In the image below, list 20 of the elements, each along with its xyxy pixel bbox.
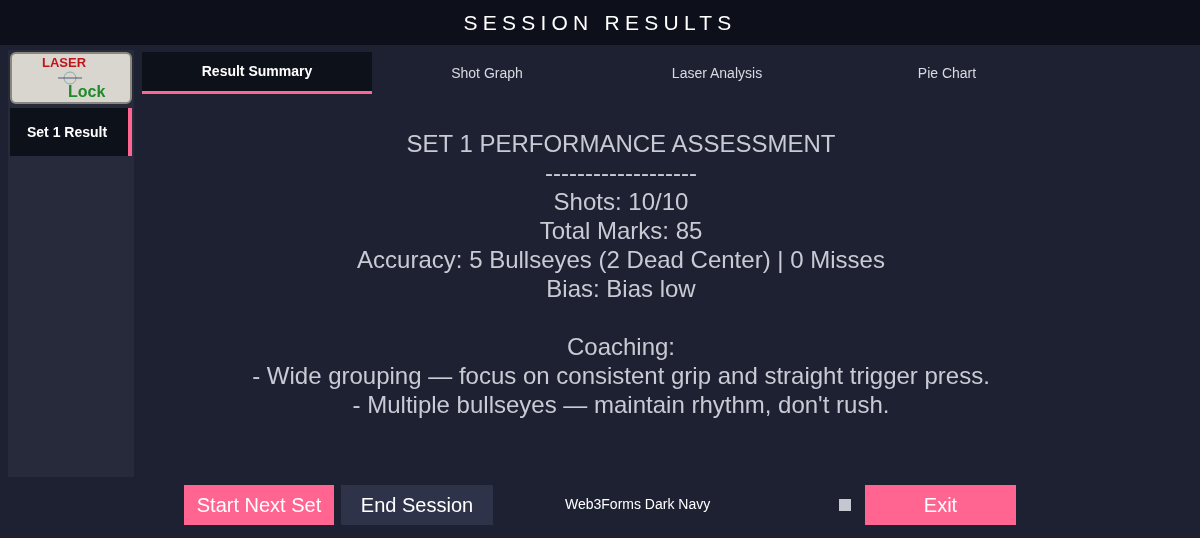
sidebar-item[interactable]: Set 1 Result [10,108,132,156]
end-session-button[interactable]: End Session [341,484,493,525]
stat-line: Bias: Bias low [546,274,696,303]
logo: LASER Lock [10,52,132,104]
page-title: SESSION RESULTS [463,9,737,36]
tab[interactable]: Result Summary [142,52,372,94]
coaching-tip: - Multiple bullseyes — maintain rhythm, don't rush. [352,390,890,419]
stat-line: Shots: 10/10 [553,187,689,216]
tab[interactable]: Pie Chart [832,52,1062,94]
assessment-title: SET 1 PERFORMANCE ASSESSMENT [406,129,836,158]
tab[interactable]: Laser Analysis [602,52,832,94]
theme-label: Web3Forms Dark Navy [565,495,712,514]
stat-line: Total Marks: 85 [539,216,703,245]
crosshair-icon [58,70,82,86]
stat-line: Accuracy: 5 Bullseyes (2 Dead Center) | 0 Misses [357,245,885,274]
divider-text: ------------------- [545,158,697,187]
coaching-title: Coaching: [566,332,676,361]
tab[interactable]: Shot Graph [372,52,602,94]
theme-checkbox[interactable] [839,498,851,511]
coaching-tip: - Wide grouping — focus on consistent grip and straight trigger press. [252,361,990,390]
